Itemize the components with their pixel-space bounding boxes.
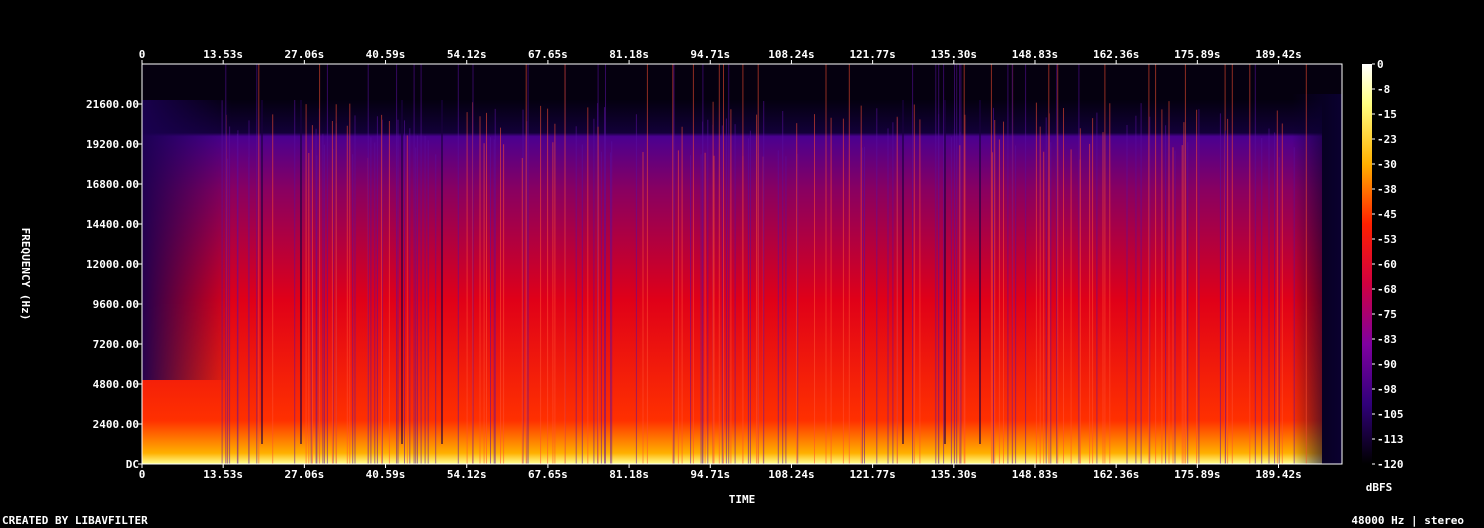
spectrogram-plot <box>141 63 1343 465</box>
colorbar-tick-label: -83 <box>1377 333 1397 346</box>
x-tick-label-bottom: 54.12s <box>447 468 487 481</box>
x-tick-label-top: 54.12s <box>447 48 487 61</box>
x-tick-label-bottom: 121.77s <box>849 468 895 481</box>
x-tick-label-bottom: 81.18s <box>609 468 649 481</box>
colorbar-tick-label: -53 <box>1377 233 1397 246</box>
colorbar-tick-label: -8 <box>1377 83 1390 96</box>
colorbar-ticks: 0 -8 -15 -23 -30 -38 -45 -53 -60 -68 -75 -83 -90 -98 -… <box>1372 58 1404 471</box>
x-tick-label-top: 135.30s <box>931 48 977 61</box>
x-tick-label-bottom: 135.30s <box>931 468 977 481</box>
x-tick-label-top: 108.24s <box>768 48 814 61</box>
x-tick-label-top: 94.71s <box>690 48 730 61</box>
y-tick-label: 12000.00 <box>86 258 139 271</box>
intro-quiet-region <box>142 100 232 380</box>
y-tick-label: 4800.00 <box>93 378 139 391</box>
spectrogram-chart: 0 0 13.53s 13.53s 27.06s 27.06s 40.59s 40.59s 54… <box>19 48 1404 506</box>
y-tick-label: DC <box>126 458 139 471</box>
dbfs-colorbar <box>1362 64 1372 464</box>
x-tick-label-top: 175.89s <box>1174 48 1220 61</box>
colorbar-tick-label: -60 <box>1377 258 1397 271</box>
x-tick-label-top: 40.59s <box>366 48 406 61</box>
x-tick-label-bottom: 175.89s <box>1174 468 1220 481</box>
x-tick-label-top: 13.53s <box>203 48 243 61</box>
x-tick-label-bottom: 40.59s <box>366 468 406 481</box>
x-tick-label-top: 148.83s <box>1012 48 1058 61</box>
x-tick-label-top: 27.06s <box>284 48 324 61</box>
y-tick-label: 21600.00 <box>86 98 139 111</box>
colorbar-tick-label: -15 <box>1377 108 1397 121</box>
y-tick-label: 16800.00 <box>86 178 139 191</box>
x-tick-label-bottom: 162.36s <box>1093 468 1139 481</box>
credit-text: CREATED BY LIBAVFILTER <box>2 514 148 527</box>
colorbar-tick-label: -90 <box>1377 358 1397 371</box>
colorbar-tick-label: -38 <box>1377 183 1397 196</box>
x-tick-label-top: 0 <box>139 48 146 61</box>
colorbar-tick-label: -23 <box>1377 133 1397 146</box>
colorbar-tick-label: -30 <box>1377 158 1397 171</box>
x-tick-label-top: 189.42s <box>1255 48 1301 61</box>
sample-rate-info: 48000 Hz | stereo <box>1351 514 1464 527</box>
colorbar-tick-label: -75 <box>1377 308 1397 321</box>
y-tick-label: 7200.00 <box>93 338 139 351</box>
y-tick-label: 14400.00 <box>86 218 139 231</box>
x-tick-label-bottom: 27.06s <box>284 468 324 481</box>
y-tick-label: 19200.00 <box>86 138 139 151</box>
x-tick-label-bottom: 94.71s <box>690 468 730 481</box>
colorbar-tick-label: -105 <box>1377 408 1404 421</box>
colorbar-tick-label: -45 <box>1377 208 1397 221</box>
x-tick-label-bottom: 189.42s <box>1255 468 1301 481</box>
colorbar-tick-label: -68 <box>1377 283 1397 296</box>
y-axis-label: FREQUENCY (Hz) <box>19 228 32 321</box>
x-axis-label: TIME <box>729 493 756 506</box>
y-tick-label: 9600.00 <box>93 298 139 311</box>
x-tick-label-top: 67.65s <box>528 48 568 61</box>
colorbar-tick-label: -98 <box>1377 383 1397 396</box>
y-tick-label: 2400.00 <box>93 418 139 431</box>
x-tick-label-bottom: 67.65s <box>528 468 568 481</box>
outro-fade-region <box>1292 94 1342 464</box>
colorbar-tick-label: 0 <box>1377 58 1384 71</box>
x-tick-label-top: 162.36s <box>1093 48 1139 61</box>
colorbar-tick-label: -120 <box>1377 458 1404 471</box>
x-tick-label-bottom: 0 <box>139 468 146 481</box>
x-tick-label-top: 81.18s <box>609 48 649 61</box>
x-tick-label-top: 121.77s <box>849 48 895 61</box>
colorbar-label: dBFS <box>1366 481 1393 494</box>
x-tick-label-bottom: 108.24s <box>768 468 814 481</box>
x-tick-label-bottom: 13.53s <box>203 468 243 481</box>
x-tick-label-bottom: 148.83s <box>1012 468 1058 481</box>
colorbar-tick-label: -113 <box>1377 433 1404 446</box>
